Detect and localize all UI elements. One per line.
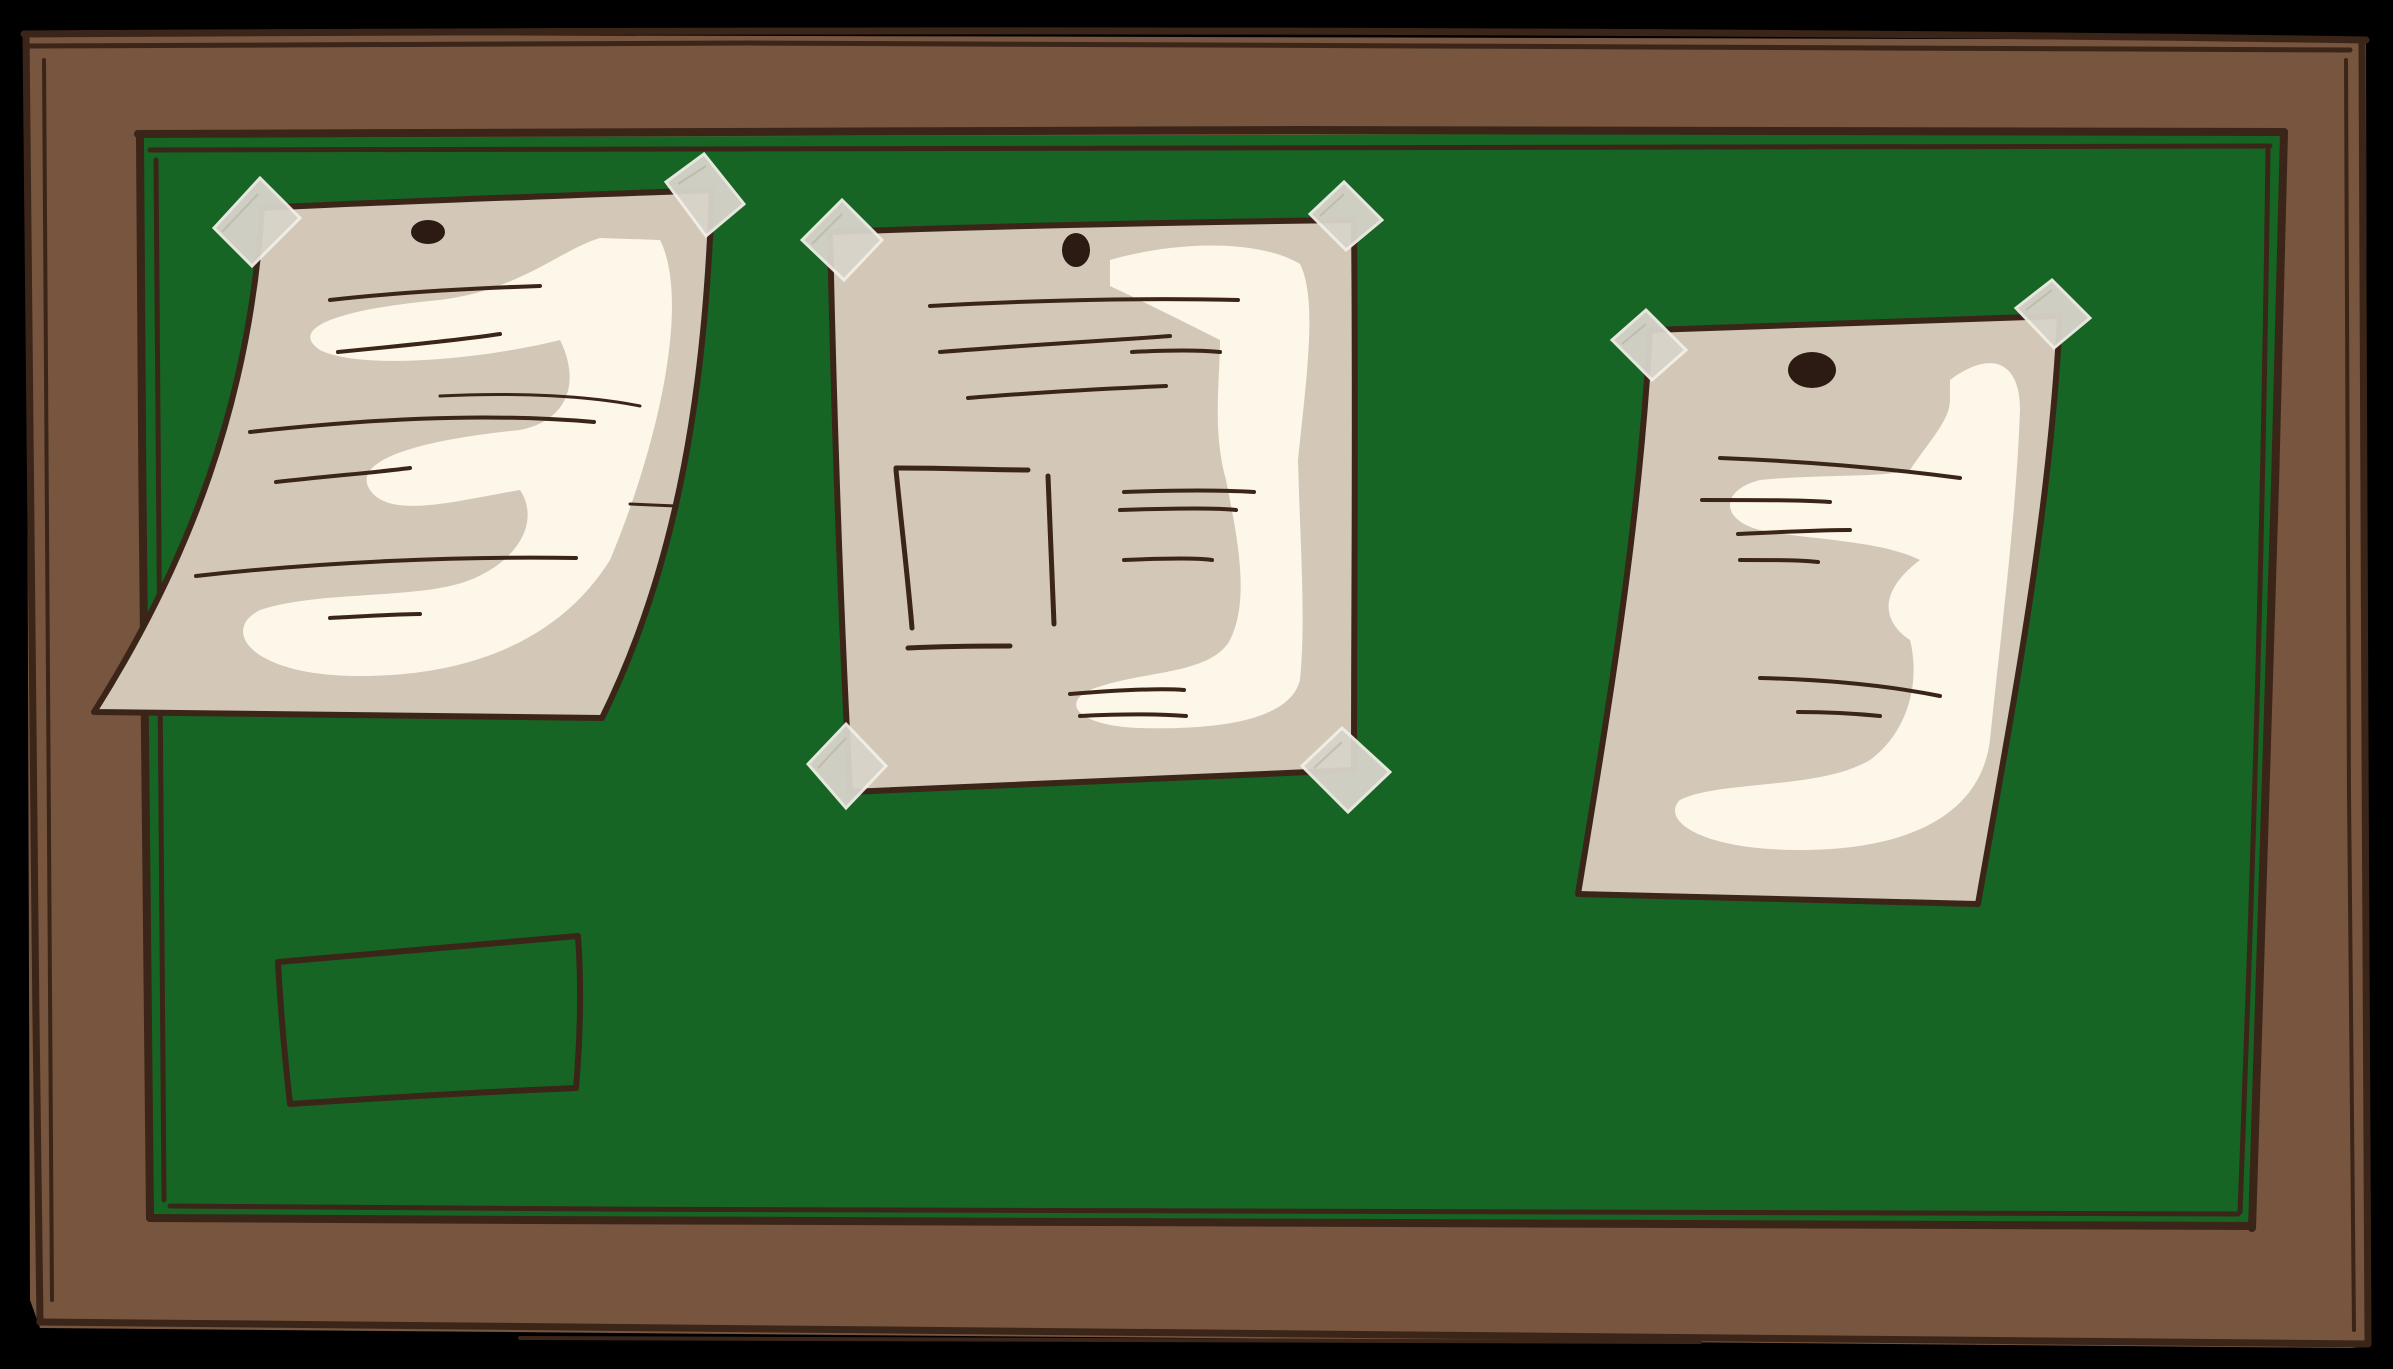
pushpin [1062,233,1090,267]
layout-notice [799,179,1393,815]
bulletin-board-illustration [0,0,2393,1369]
pushpin [1788,352,1836,388]
pushpin [411,220,445,244]
